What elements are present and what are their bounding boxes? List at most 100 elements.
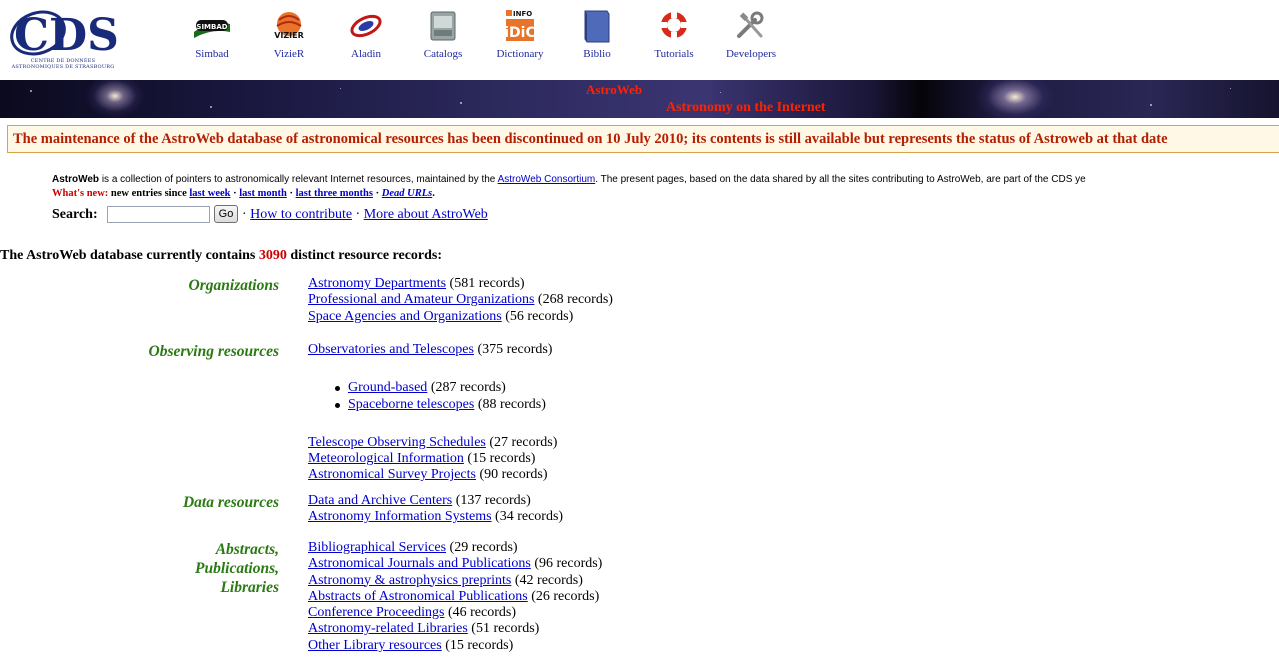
nav-aladin-label: Aladin <box>351 48 381 60</box>
record-count-text: (51 records) <box>467 621 540 637</box>
nav-dictionary[interactable]: INFO iDiC Dictionary <box>484 8 556 68</box>
professional-amateur-organizations-link[interactable]: Professional and Amateur Organizations <box>308 292 534 307</box>
list-item: Bibliographical Services (29 records) <box>308 540 602 556</box>
nav-biblio[interactable]: Biblio <box>561 8 633 68</box>
period: . <box>432 188 435 199</box>
category-label-line1: Abstracts, <box>215 541 279 558</box>
search-label: Search: <box>52 207 98 222</box>
preprints-link[interactable]: Astronomy & astrophysics preprints <box>308 573 511 588</box>
intro-paragraph: AstroWeb is a collection of pointers to … <box>52 174 1279 185</box>
observatories-telescopes-link[interactable]: Observatories and Telescopes <box>308 342 474 357</box>
astroweb-consortium-link[interactable]: AstroWeb Consortium <box>498 174 596 185</box>
list-item: Abstracts of Astronomical Publications (… <box>308 589 602 605</box>
nav-developers[interactable]: Developers <box>715 8 787 68</box>
record-count-text: (581 records) <box>446 276 525 291</box>
separator: · <box>230 188 240 199</box>
space-agencies-link[interactable]: Space Agencies and Organizations <box>308 309 502 324</box>
dictionary-icon-top-text: INFO <box>513 10 532 18</box>
record-count-text: (42 records) <box>511 572 583 588</box>
logo-text: CDS <box>14 10 118 58</box>
nav-tutorials[interactable]: Tutorials <box>638 8 710 68</box>
last-week-link[interactable]: last week <box>189 188 230 199</box>
more-about-astroweb-link[interactable]: More about AstroWeb <box>364 207 488 222</box>
banner-galaxy <box>85 80 145 118</box>
vizier-icon-text: VIZIER <box>274 31 304 40</box>
dictionary-icon-main-text: iDiC <box>504 25 536 41</box>
spaceborne-telescopes-link[interactable]: Spaceborne telescopes <box>348 397 474 412</box>
bibliographical-services-link[interactable]: Bibliographical Services <box>308 540 446 555</box>
nav-simbad[interactable]: SIMBAD Simbad <box>176 8 248 68</box>
astronomy-information-systems-link[interactable]: Astronomy Information Systems <box>308 509 492 524</box>
list-item: Other Library resources (15 records) <box>308 638 602 654</box>
nav-catalogs[interactable]: Catalogs <box>407 8 479 68</box>
category-links: Observatories and Telescopes (375 record… <box>308 342 557 484</box>
conference-proceedings-link[interactable]: Conference Proceedings <box>308 605 444 620</box>
list-item: Astronomical Journals and Publications (… <box>308 556 602 572</box>
nav-developers-label: Developers <box>725 48 777 60</box>
biblio-icon <box>584 10 610 43</box>
astronomy-libraries-link[interactable]: Astronomy-related Libraries <box>308 621 468 636</box>
intro-astroweb-name: AstroWeb <box>52 174 100 185</box>
heading-text-after: distinct resource records: <box>286 248 443 263</box>
dead-urls-link[interactable]: Dead URLs <box>382 188 432 199</box>
category-label-line3: Libraries <box>220 579 279 596</box>
search-input[interactable] <box>107 206 210 223</box>
nav-aladin[interactable]: Aladin <box>330 8 402 68</box>
category-label: Abstracts, Publications, Libraries <box>195 540 279 597</box>
whats-new-line: What's new: new entries since last week … <box>52 188 435 199</box>
developers-icon <box>737 11 764 38</box>
list-item: Astronomy Departments (581 records) <box>308 276 613 292</box>
list-item: Data and Archive Centers (137 records) <box>308 493 563 509</box>
list-item: Observatories and Telescopes (375 record… <box>308 342 557 358</box>
abstracts-publications-link[interactable]: Abstracts of Astronomical Publications <box>308 589 528 604</box>
cds-logo[interactable]: CDS CENTRE DE DONNÉES ASTRONOMIQUES DE S… <box>8 6 119 72</box>
record-count-text: (29 records) <box>446 540 518 555</box>
data-archive-centers-link[interactable]: Data and Archive Centers <box>308 493 452 508</box>
record-count-text: (375 records) <box>473 342 553 357</box>
record-count-text: (137 records) <box>452 493 531 508</box>
separator: · <box>352 207 364 222</box>
category-links: Astronomy Departments (581 records) Prof… <box>308 276 613 325</box>
nav-vizier-label: VizieR <box>273 48 305 60</box>
category-links: Bibliographical Services (29 records) As… <box>308 540 602 654</box>
astronomy-departments-link[interactable]: Astronomy Departments <box>308 276 446 291</box>
maintenance-notice: The maintenance of the AstroWeb database… <box>7 125 1279 153</box>
telescope-observing-schedules-link[interactable]: Telescope Observing Schedules <box>308 435 486 450</box>
record-count-text: (90 records) <box>475 467 548 483</box>
last-three-months-link[interactable]: last three months <box>296 188 373 199</box>
banner-star <box>340 88 341 89</box>
database-summary-heading: The AstroWeb database currently contains… <box>0 248 442 264</box>
go-button[interactable]: Go <box>214 205 238 223</box>
record-count-text: (26 records) <box>527 588 600 604</box>
category-label-line2: Publications, <box>195 560 279 577</box>
banner-star <box>720 92 721 93</box>
category-label: Organizations <box>188 277 279 294</box>
aladin-icon <box>350 14 382 38</box>
banner-subtitle: Astronomy on the Internet <box>666 100 826 115</box>
list-item: Space Agencies and Organizations (56 rec… <box>308 309 613 325</box>
category-links: Data and Archive Centers (137 records) A… <box>308 493 563 526</box>
nav-tutorials-label: Tutorials <box>654 48 694 60</box>
banner-star <box>460 102 462 104</box>
astronomical-journals-link[interactable]: Astronomical Journals and Publications <box>308 556 531 571</box>
ground-based-link[interactable]: Ground-based <box>348 380 427 395</box>
banner-star <box>1150 104 1152 106</box>
meteorological-information-link[interactable]: Meteorological Information <box>308 451 464 466</box>
record-count-text: (96 records) <box>530 556 603 572</box>
astronomical-survey-projects-link[interactable]: Astronomical Survey Projects <box>308 467 476 482</box>
list-item: Telescope Observing Schedules (27 record… <box>308 435 557 451</box>
vizier-icon: VIZIER <box>274 12 304 40</box>
whats-new-label: What's new: <box>52 188 109 199</box>
nav-vizier[interactable]: VIZIER VizieR <box>253 8 325 68</box>
how-to-contribute-link[interactable]: How to contribute <box>250 207 352 222</box>
last-month-link[interactable]: last month <box>239 188 287 199</box>
separator: · <box>286 188 296 199</box>
list-item: Conference Proceedings (46 records) <box>308 605 602 621</box>
astroweb-banner: AstroWeb Astronomy on the Internet <box>0 80 1279 118</box>
banner-star <box>210 106 212 108</box>
record-count-text: (56 records) <box>501 308 574 324</box>
record-count-text: (34 records) <box>491 509 564 525</box>
nav-biblio-label: Biblio <box>583 48 611 60</box>
other-library-resources-link[interactable]: Other Library resources <box>308 638 442 653</box>
banner-star <box>1230 88 1231 89</box>
